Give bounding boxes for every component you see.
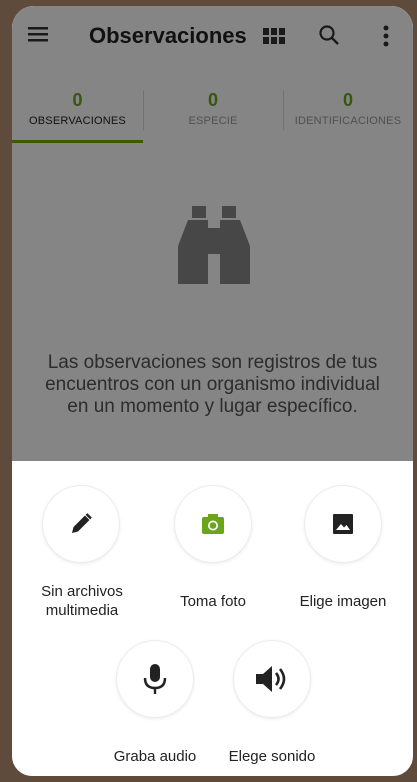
app-screen: Observaciones 0 OBSERVACIONES 0 ESPECIE	[12, 6, 413, 776]
tab-identificaciones[interactable]: 0 IDENTIFICACIONES	[283, 84, 413, 144]
tab-observaciones[interactable]: 0 OBSERVACIONES	[12, 84, 143, 144]
add-observation-sheet: Sin archivos multimedia Toma foto Elige …	[12, 461, 413, 776]
active-tab-indicator	[12, 140, 143, 143]
choose-sound-label: Elege sonido	[228, 748, 316, 765]
app-toolbar: Observaciones	[12, 6, 413, 66]
tab-especie[interactable]: 0 ESPECIE	[143, 84, 283, 144]
no-media-label: Sin archivos multimedia	[41, 583, 123, 619]
tab-divider	[143, 90, 144, 130]
observaciones-count: 0	[72, 90, 83, 110]
pencil-icon	[72, 513, 92, 533]
take-photo-label: Toma foto	[180, 593, 246, 610]
camera-icon	[202, 514, 224, 534]
page-title: Observaciones	[89, 23, 247, 48]
hamburger-menu-icon[interactable]	[26, 24, 50, 44]
search-icon[interactable]	[318, 24, 340, 46]
record-audio-button[interactable]	[117, 641, 193, 717]
identificaciones-count: 0	[342, 90, 353, 110]
empty-state-text: Las observaciones son registros de tus e…	[45, 352, 380, 417]
no-media-button[interactable]	[43, 486, 119, 562]
speaker-icon	[256, 666, 286, 692]
especie-count: 0	[207, 90, 218, 110]
device-frame: Observaciones 0 OBSERVACIONES 0 ESPECIE	[0, 0, 417, 782]
binoculars-icon	[178, 206, 250, 284]
image-icon	[333, 514, 353, 534]
take-photo-button[interactable]	[175, 486, 251, 562]
microphone-icon	[143, 664, 167, 694]
tab-label: IDENTIFICACIONES	[294, 115, 402, 127]
more-vert-icon[interactable]	[381, 24, 391, 48]
choose-image-button[interactable]	[305, 486, 381, 562]
tab-divider	[283, 90, 284, 130]
choose-sound-button[interactable]	[234, 641, 310, 717]
tab-label: OBSERVACIONES	[29, 115, 126, 127]
choose-image-label: Elige imagen	[299, 593, 387, 610]
observations-list-area	[12, 146, 413, 466]
grid-view-icon[interactable]	[263, 28, 285, 44]
tab-label: ESPECIE	[188, 115, 238, 127]
stats-tabs: 0 OBSERVACIONES 0 ESPECIE 0 IDENTIFICACI…	[12, 84, 413, 144]
